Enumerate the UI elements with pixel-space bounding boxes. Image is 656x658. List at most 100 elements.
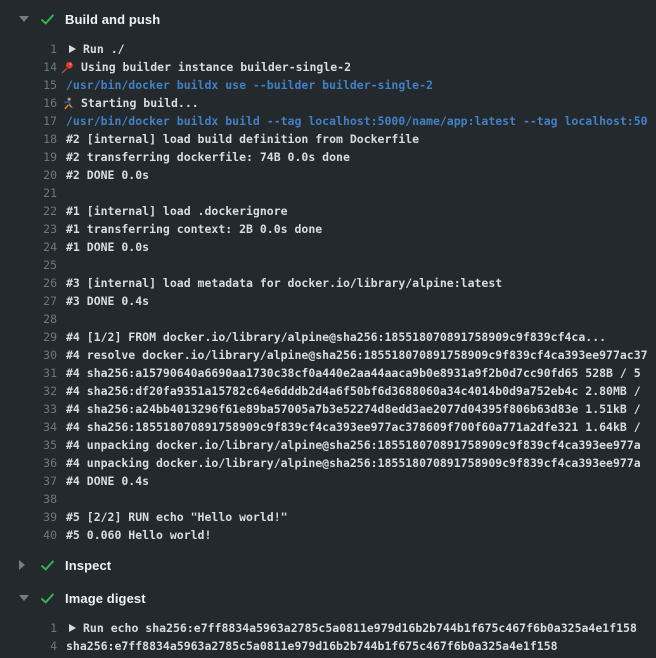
log-section-build-and-push: Build and push 1 Run ./ 14 Using builder… xyxy=(0,4,656,547)
log-line: 16 Starting build... xyxy=(0,94,656,112)
log-line: 35 #4 unpacking docker.io/library/alpine… xyxy=(0,436,656,454)
line-text: #4 resolve docker.io/library/alpine@sha2… xyxy=(66,346,648,364)
line-number[interactable]: 21 xyxy=(0,184,57,202)
line-number[interactable]: 26 xyxy=(0,274,57,292)
line-number[interactable]: 24 xyxy=(0,238,57,256)
line-text: Run ./ xyxy=(83,40,125,58)
section-header-image-digest[interactable]: Image digest xyxy=(0,583,656,613)
line-number[interactable]: 20 xyxy=(0,166,57,184)
line-number[interactable]: 1 xyxy=(0,619,57,637)
log-line: 20 #2 DONE 0.0s xyxy=(0,166,656,184)
line-number[interactable]: 37 xyxy=(0,472,57,490)
line-text: #5 [2/2] RUN echo "Hello world!" xyxy=(66,508,288,526)
line-number[interactable]: 25 xyxy=(0,256,57,274)
line-number[interactable]: 29 xyxy=(0,328,57,346)
line-text: #4 sha256:a24bb4013296f61e89ba57005a7b3e… xyxy=(66,400,641,418)
line-number[interactable]: 17 xyxy=(0,112,57,130)
success-check-icon xyxy=(40,591,55,606)
line-number[interactable]: 33 xyxy=(0,400,57,418)
line-number[interactable]: 38 xyxy=(0,490,57,508)
line-number[interactable]: 28 xyxy=(0,310,57,328)
line-number[interactable]: 1 xyxy=(0,40,57,58)
line-text: /usr/bin/docker buildx use --builder bui… xyxy=(66,76,433,94)
line-text: #4 unpacking docker.io/library/alpine@sh… xyxy=(66,454,641,472)
section-header-build-and-push[interactable]: Build and push xyxy=(0,4,656,34)
success-check-icon xyxy=(40,558,55,573)
line-number[interactable]: 18 xyxy=(0,130,57,148)
line-text: /usr/bin/docker buildx build --tag local… xyxy=(66,112,648,130)
line-number[interactable]: 14 xyxy=(0,58,57,76)
line-text: #1 DONE 0.0s xyxy=(66,238,149,256)
workflow-log-viewer: Build and push 1 Run ./ 14 Using builder… xyxy=(0,0,656,658)
chevron-down-icon[interactable] xyxy=(19,595,29,601)
line-number[interactable]: 39 xyxy=(0,508,57,526)
run-expander-icon[interactable] xyxy=(69,45,76,53)
section-title: Build and push xyxy=(65,12,160,27)
log-line: 24 #1 DONE 0.0s xyxy=(0,238,656,256)
log-line: 30 #4 resolve docker.io/library/alpine@s… xyxy=(0,346,656,364)
line-number[interactable]: 35 xyxy=(0,436,57,454)
log-line: 31 #4 sha256:a15790640a6690aa1730c38cf0a… xyxy=(0,364,656,382)
log-line: 38 xyxy=(0,490,656,508)
line-number[interactable]: 32 xyxy=(0,382,57,400)
line-text: #2 [internal] load build definition from… xyxy=(66,130,419,148)
log-line: 37 #4 DONE 0.4s xyxy=(0,472,656,490)
line-text: #2 transferring dockerfile: 74B 0.0s don… xyxy=(66,148,350,166)
line-text: Starting build... xyxy=(81,94,199,112)
log-line: 21 xyxy=(0,184,656,202)
section-title: Image digest xyxy=(65,591,146,606)
line-number[interactable]: 22 xyxy=(0,202,57,220)
line-text: #2 DONE 0.0s xyxy=(66,166,149,184)
log-section-image-digest: Image digest 1 Run echo sha256:e7ff8834a… xyxy=(0,583,656,658)
section-body: 1 Run ./ 14 Using builder instance build… xyxy=(0,34,656,547)
log-line: 32 #4 sha256:df20fa9351a15782c64e6dddb2d… xyxy=(0,382,656,400)
line-text: #3 DONE 0.4s xyxy=(66,292,149,310)
log-line: 34 #4 sha256:185518070891758909c9f839cf4… xyxy=(0,418,656,436)
line-text: #4 sha256:a15790640a6690aa1730c38cf0a440… xyxy=(66,364,641,382)
line-number[interactable]: 34 xyxy=(0,418,57,436)
log-line: 28 xyxy=(0,310,656,328)
log-section-inspect: Inspect xyxy=(0,550,656,580)
line-number[interactable]: 27 xyxy=(0,292,57,310)
section-title: Inspect xyxy=(65,558,111,573)
line-text: sha256:e7ff8834a5963a2785c5a0811e979d16b… xyxy=(66,637,558,655)
run-expander-icon[interactable] xyxy=(69,624,76,632)
section-body: 1 Run echo sha256:e7ff8834a5963a2785c5a0… xyxy=(0,613,656,658)
line-number[interactable]: 4 xyxy=(0,637,57,655)
line-text: #4 sha256:df20fa9351a15782c64e6dddb2d4a6… xyxy=(66,382,641,400)
chevron-down-icon[interactable] xyxy=(19,16,29,22)
line-number[interactable]: 36 xyxy=(0,454,57,472)
line-text: #4 [1/2] FROM docker.io/library/alpine@s… xyxy=(66,328,606,346)
line-text: #4 sha256:185518070891758909c9f839cf4ca3… xyxy=(66,418,641,436)
line-number[interactable]: 19 xyxy=(0,148,57,166)
log-line: 4 sha256:e7ff8834a5963a2785c5a0811e979d1… xyxy=(0,637,656,655)
log-line: 18 #2 [internal] load build definition f… xyxy=(0,130,656,148)
log-line: 17 /usr/bin/docker buildx build --tag lo… xyxy=(0,112,656,130)
line-text: Run echo sha256:e7ff8834a5963a2785c5a081… xyxy=(83,619,637,637)
chevron-right-icon[interactable] xyxy=(19,560,25,570)
line-number[interactable]: 30 xyxy=(0,346,57,364)
line-text: #3 [internal] load metadata for docker.i… xyxy=(66,274,502,292)
line-number[interactable]: 23 xyxy=(0,220,57,238)
line-number[interactable]: 31 xyxy=(0,364,57,382)
log-line: 25 xyxy=(0,256,656,274)
log-line: 1 Run echo sha256:e7ff8834a5963a2785c5a0… xyxy=(0,619,656,637)
log-line: 23 #1 transferring context: 2B 0.0s done xyxy=(0,220,656,238)
line-text: #1 transferring context: 2B 0.0s done xyxy=(66,220,322,238)
log-line: 36 #4 unpacking docker.io/library/alpine… xyxy=(0,454,656,472)
log-line: 40 #5 0.060 Hello world! xyxy=(0,526,656,544)
log-line: 22 #1 [internal] load .dockerignore xyxy=(0,202,656,220)
log-line: 19 #2 transferring dockerfile: 74B 0.0s … xyxy=(0,148,656,166)
pushpin-icon xyxy=(57,61,74,74)
section-header-inspect[interactable]: Inspect xyxy=(0,550,656,580)
log-line: 1 Run ./ xyxy=(0,40,656,58)
line-text: #1 [internal] load .dockerignore xyxy=(66,202,288,220)
log-line: 26 #3 [internal] load metadata for docke… xyxy=(0,274,656,292)
log-line: 39 #5 [2/2] RUN echo "Hello world!" xyxy=(0,508,656,526)
line-number[interactable]: 15 xyxy=(0,76,57,94)
line-number[interactable]: 40 xyxy=(0,526,57,544)
log-line: 29 #4 [1/2] FROM docker.io/library/alpin… xyxy=(0,328,656,346)
line-number[interactable]: 16 xyxy=(0,94,57,112)
success-check-icon xyxy=(40,12,55,27)
line-text: Using builder instance builder-single-2 xyxy=(81,58,351,76)
